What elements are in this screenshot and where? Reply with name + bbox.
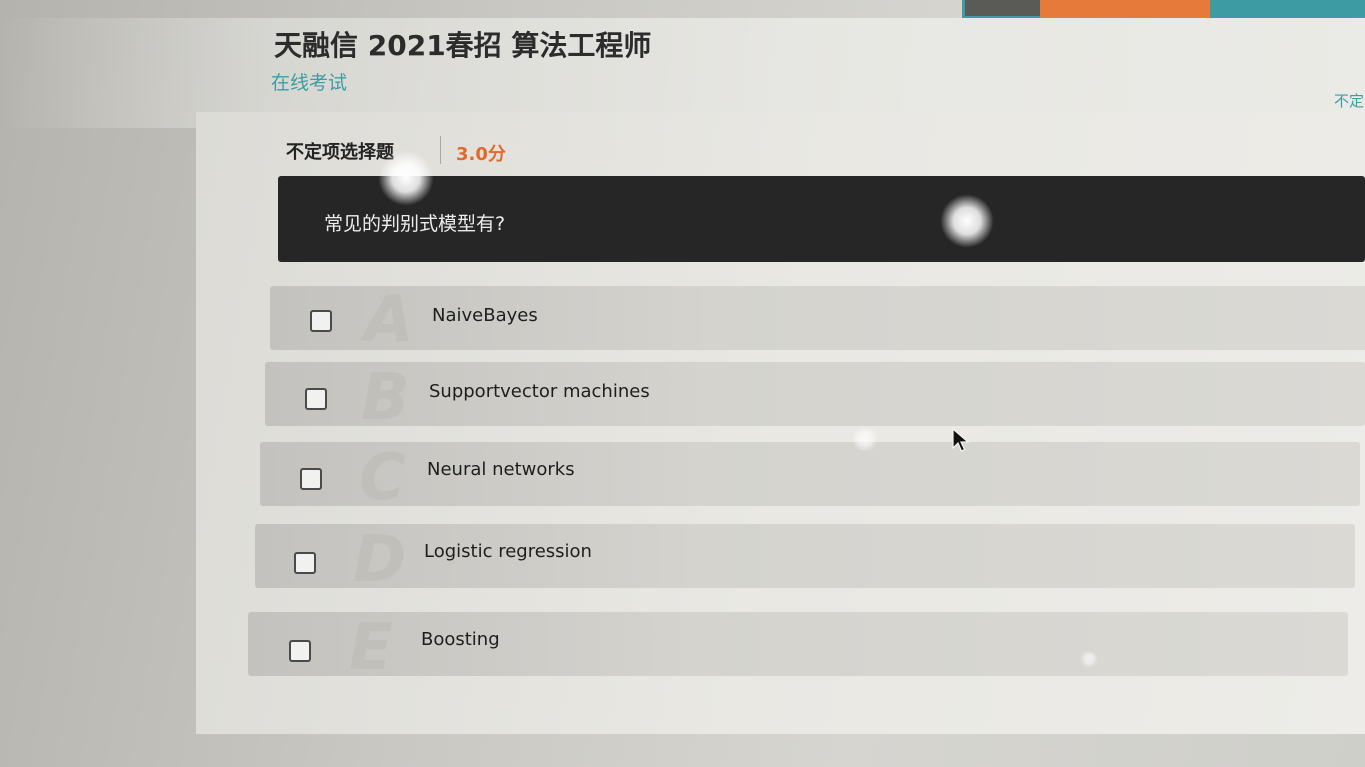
- option-c[interactable]: [260, 442, 1360, 506]
- option-d[interactable]: [255, 524, 1355, 588]
- top-thumbnail: [965, 0, 1040, 16]
- option-d-letter: D: [353, 523, 407, 597]
- option-a-letter: A: [364, 283, 414, 357]
- option-e-checkbox[interactable]: [289, 640, 311, 662]
- screen-glare: [940, 194, 994, 248]
- option-d-checkbox[interactable]: [294, 552, 316, 574]
- option-c-letter: C: [359, 441, 406, 515]
- option-c-text: Neural networks: [427, 459, 575, 480]
- option-e-text: Boosting: [421, 629, 500, 650]
- option-e-letter: E: [349, 611, 393, 685]
- screen-glare: [378, 150, 434, 206]
- mouse-cursor-icon: [952, 428, 970, 452]
- question-text: 常见的判别式模型有?: [324, 213, 506, 235]
- question-score: 3.0分: [456, 144, 506, 165]
- option-e[interactable]: [248, 612, 1348, 676]
- label-divider: [440, 136, 441, 164]
- screen-glare: [852, 426, 878, 452]
- option-b-text: Supportvector machines: [429, 381, 650, 402]
- option-d-text: Logistic regression: [424, 541, 592, 562]
- option-a-checkbox[interactable]: [310, 310, 332, 332]
- question-type-label: 不定项选择题: [286, 142, 394, 163]
- page-subtitle: 在线考试: [271, 72, 348, 94]
- question-type-tab[interactable]: 不定: [1334, 90, 1364, 111]
- option-c-checkbox[interactable]: [300, 468, 322, 490]
- option-b-letter: B: [361, 361, 410, 435]
- option-b-checkbox[interactable]: [305, 388, 327, 410]
- top-banner-button[interactable]: [1040, 0, 1210, 18]
- option-a-text: NaiveBayes: [432, 305, 538, 326]
- page-title: 天融信 2021春招 算法工程师: [274, 29, 652, 62]
- screen-glare: [1080, 650, 1098, 668]
